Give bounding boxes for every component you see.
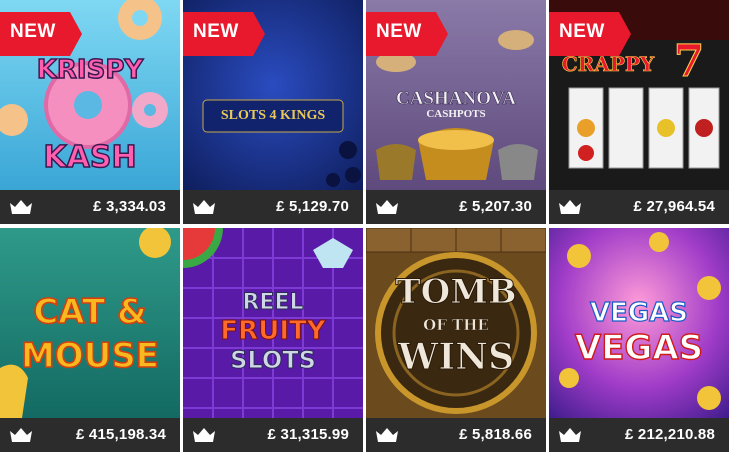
jackpot-bar: £ 5,207.30 xyxy=(366,190,546,224)
game-tile-reel-fruity-slots[interactable]: REEL FRUITY SLOTS £ 31,315.99 xyxy=(183,228,363,452)
new-badge-label: NEW xyxy=(193,21,239,42)
game-tile-cashanova-cashpots[interactable]: CASHANOVA CASHPOTS NEW £ 5,207.30 xyxy=(366,0,546,224)
jackpot-bar: £ 31,315.99 xyxy=(183,418,363,452)
jackpot-amount: £ 5,129.70 xyxy=(276,198,349,215)
new-badge-label: NEW xyxy=(376,21,422,42)
game-grid: KRISPY KASH NEW £ 3,334.03 SLOTS 4 KINGS… xyxy=(0,0,729,454)
crown-icon xyxy=(559,428,581,442)
jackpot-amount: £ 27,964.54 xyxy=(633,198,715,215)
jackpot-bar: £ 3,334.03 xyxy=(0,190,180,224)
game-title-line1: VEGAS xyxy=(589,297,689,328)
game-art[interactable]: REEL FRUITY SLOTS xyxy=(183,228,363,418)
crown-icon xyxy=(193,428,215,442)
game-tile-tomb-of-the-wins[interactable]: TOMB OF THE WINS £ 5,818.66 xyxy=(366,228,546,452)
jackpot-amount: £ 3,334.03 xyxy=(93,198,166,215)
game-title-line2: KASH xyxy=(43,139,138,176)
jackpot-bar: £ 27,964.54 xyxy=(549,190,729,224)
jackpot-amount: £ 31,315.99 xyxy=(267,426,349,443)
crown-icon xyxy=(376,428,398,442)
game-tile-cat-and-mouse[interactable]: CAT & MOUSE £ 415,198.34 xyxy=(0,228,180,452)
jackpot-amount: £ 5,818.66 xyxy=(459,426,532,443)
game-title-line1: TOMB xyxy=(395,272,517,313)
crown-icon xyxy=(10,200,32,214)
game-art[interactable]: TOMB OF THE WINS xyxy=(366,228,546,418)
game-title-line2: OF THE xyxy=(423,316,489,335)
game-art[interactable]: CAT & MOUSE xyxy=(0,228,180,418)
new-badge-label: NEW xyxy=(10,21,56,42)
game-title-line1: SLOTS 4 KINGS xyxy=(220,108,326,123)
jackpot-bar: £ 5,818.66 xyxy=(366,418,546,452)
game-tile-slots-4-kings[interactable]: SLOTS 4 KINGS NEW £ 5,129.70 xyxy=(183,0,363,224)
game-title-line1: KRISPY xyxy=(36,54,144,86)
jackpot-bar: £ 415,198.34 xyxy=(0,418,180,452)
game-title-line1: CAT & xyxy=(33,291,148,333)
jackpot-amount: £ 212,210.88 xyxy=(625,426,715,443)
jackpot-amount: £ 5,207.30 xyxy=(459,198,532,215)
jackpot-bar: £ 212,210.88 xyxy=(549,418,729,452)
game-title-line2: MOUSE xyxy=(20,335,160,377)
crown-icon xyxy=(193,200,215,214)
game-title-line2: CASHPOTS xyxy=(426,108,486,120)
game-tile-krispy-kash[interactable]: KRISPY KASH NEW £ 3,334.03 xyxy=(0,0,180,224)
game-title-line1: REEL xyxy=(242,290,304,316)
crown-icon xyxy=(559,200,581,214)
game-title-line2: 7 xyxy=(673,36,705,88)
game-title-line1: CASHANOVA xyxy=(395,88,517,110)
jackpot-amount: £ 415,198.34 xyxy=(76,426,166,443)
game-tile-crappy-7[interactable]: CRAPPY 7 NEW £ 27,964.54 xyxy=(549,0,729,224)
new-badge-label: NEW xyxy=(559,21,605,42)
game-title-line3: SLOTS xyxy=(230,346,317,375)
game-title-line2: FRUITY xyxy=(220,316,326,347)
crown-icon xyxy=(10,428,32,442)
crown-icon xyxy=(376,200,398,214)
game-title-line2: VEGAS xyxy=(574,327,704,368)
game-tile-vegas-vegas[interactable]: VEGAS VEGAS £ 212,210.88 xyxy=(549,228,729,452)
game-title-line3: WINS xyxy=(397,336,515,379)
game-art[interactable]: VEGAS VEGAS xyxy=(549,228,729,418)
jackpot-bar: £ 5,129.70 xyxy=(183,190,363,224)
